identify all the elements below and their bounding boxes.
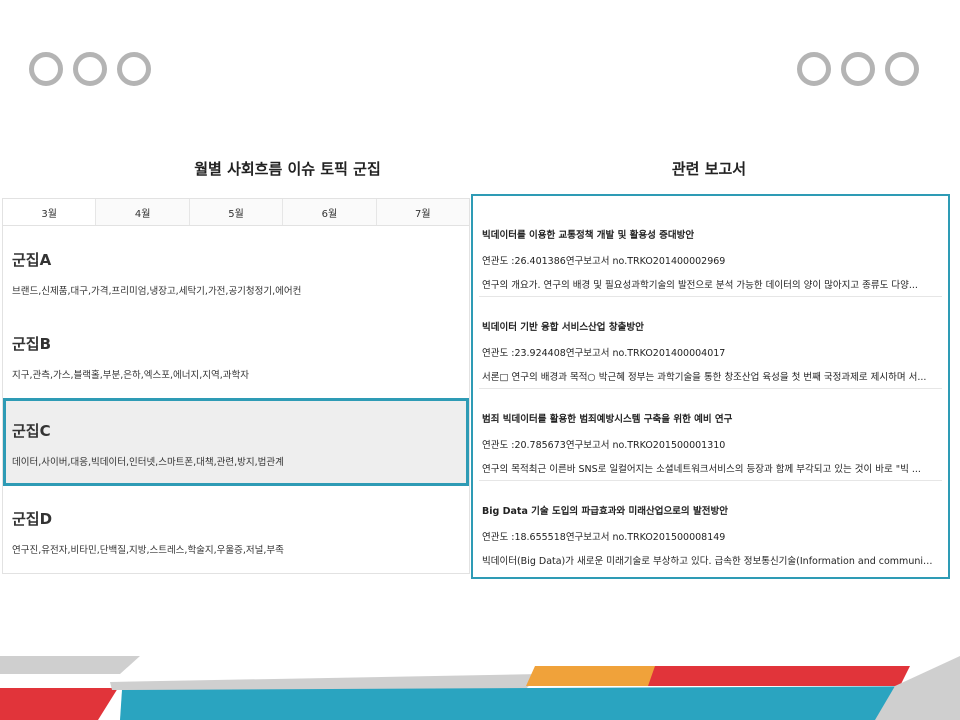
- report-item[interactable]: Big Data 기술 도입의 파급효과와 미래산업으로의 발전방안 연관도 :…: [479, 481, 942, 573]
- circle-icon: [841, 52, 875, 86]
- band-teal: [120, 686, 960, 720]
- circle-icon: [885, 52, 919, 86]
- cluster-b[interactable]: 군집B 지구,관측,가스,블랙홀,부분,은하,엑스포,에너지,지역,과학자: [3, 311, 469, 395]
- report-description: 연구의 목적최근 이른바 SNS로 일컬어지는 소셜네트워크서비스의 등장과 함…: [482, 464, 921, 475]
- band-gray-left: [0, 656, 140, 674]
- band-red-right: [648, 666, 910, 686]
- circle-icon: [117, 52, 151, 86]
- tab-march[interactable]: 3월: [3, 199, 97, 225]
- cluster-a[interactable]: 군집A 브랜드,신제품,대구,가격,프리미엄,냉장고,세탁기,가전,공기청정기,…: [3, 227, 469, 311]
- related-reports-title: 관련 보고서: [671, 160, 747, 178]
- report-title[interactable]: Big Data 기술 도입의 파급효과와 미래산업으로의 발전방안: [482, 503, 728, 517]
- topic-cluster-panel: 3월 4월 5월 6월 7월 군집A 브랜드,신제품,대구,가격,프리미엄,냉장…: [2, 198, 470, 574]
- report-description: 연구의 개요가. 연구의 배경 및 필요성과학기술의 발전으로 분석 가능한 데…: [482, 280, 918, 291]
- tab-april[interactable]: 4월: [96, 199, 190, 225]
- circle-icon: [797, 52, 831, 86]
- report-item[interactable]: 빅데이터 기반 융합 서비스산업 창출방안 연관도 :23.924408연구보고…: [479, 297, 942, 389]
- report-item[interactable]: 범죄 빅데이터를 활용한 범죄예방시스템 구축을 위한 예비 연구 연관도 :2…: [479, 389, 942, 481]
- cluster-keywords: 연구진,유전자,비타민,단백질,지방,스트레스,학술지,우울증,저널,부족: [12, 545, 284, 556]
- decorative-footer-bands: [0, 656, 960, 720]
- report-title[interactable]: 빅데이터 기반 융합 서비스산업 창출방안: [482, 319, 644, 333]
- band-red-left: [0, 688, 118, 720]
- tab-may[interactable]: 5월: [189, 199, 284, 225]
- report-item[interactable]: 빅데이터를 이용한 교통정책 개발 및 활용성 증대방안 연관도 :26.401…: [479, 205, 942, 297]
- report-title[interactable]: 빅데이터를 이용한 교통정책 개발 및 활용성 증대방안: [482, 227, 694, 241]
- cluster-name: 군집A: [12, 251, 52, 269]
- cluster-keywords: 브랜드,신제품,대구,가격,프리미엄,냉장고,세탁기,가전,공기청정기,에어컨: [12, 286, 302, 297]
- cluster-name: 군집D: [12, 510, 53, 528]
- cluster-name: 군집B: [12, 335, 52, 353]
- tab-july[interactable]: 7월: [376, 199, 470, 225]
- report-meta: 연관도 :18.655518연구보고서 no.TRKO201500008149: [482, 532, 726, 543]
- report-meta: 연관도 :20.785673연구보고서 no.TRKO201500001310: [482, 440, 726, 451]
- decorative-dots-right: [797, 52, 919, 86]
- decorative-dots-left: [29, 52, 151, 86]
- month-tabs: 3월 4월 5월 6월 7월: [3, 199, 470, 226]
- band-orange: [526, 666, 660, 686]
- report-meta: 연관도 :23.924408연구보고서 no.TRKO201400004017: [482, 348, 726, 359]
- cluster-c[interactable]: 군집C 데이터,사이버,대응,빅데이터,인터넷,스마트폰,대책,관련,방지,법관…: [3, 398, 469, 486]
- cluster-name: 군집C: [12, 422, 51, 440]
- cluster-d[interactable]: 군집D 연구진,유전자,비타민,단백질,지방,스트레스,학술지,우울증,저널,부…: [3, 486, 469, 570]
- report-description: 빅데이터(Big Data)가 새로운 미래기술로 부상하고 있다. 급속한 정…: [482, 556, 937, 567]
- cluster-keywords: 데이터,사이버,대응,빅데이터,인터넷,스마트폰,대책,관련,방지,법관계: [12, 457, 284, 468]
- band-gray-mid: [110, 674, 540, 690]
- circle-icon: [29, 52, 63, 86]
- cluster-keywords: 지구,관측,가스,블랙홀,부분,은하,엑스포,에너지,지역,과학자: [12, 370, 249, 381]
- report-title[interactable]: 범죄 빅데이터를 활용한 범죄예방시스템 구축을 위한 예비 연구: [482, 411, 732, 425]
- report-description: 서론□ 연구의 배경과 목적○ 박근혜 정부는 과학기술을 통한 창조산업 육성…: [482, 372, 927, 383]
- tab-june[interactable]: 6월: [283, 199, 377, 225]
- related-reports-panel: 빅데이터를 이용한 교통정책 개발 및 활용성 증대방안 연관도 :26.401…: [471, 194, 950, 579]
- report-meta: 연관도 :26.401386연구보고서 no.TRKO201400002969: [482, 256, 726, 267]
- circle-icon: [73, 52, 107, 86]
